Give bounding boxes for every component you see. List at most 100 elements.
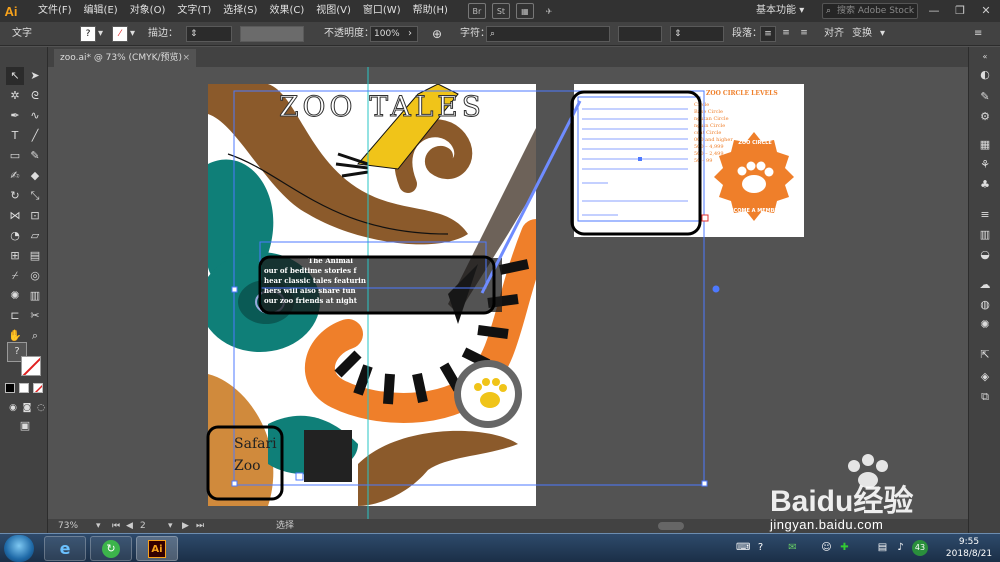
body-text-frame[interactable]: The Animal our of bedtime stories f hear… <box>264 256 504 306</box>
document-tab[interactable]: zoo.ai* @ 73% (CMYK/预览) × <box>54 49 196 67</box>
rotation-handle[interactable] <box>712 285 720 293</box>
transparency-panel-icon[interactable]: ◒ <box>977 247 993 263</box>
width-tool-icon[interactable]: ⋈ <box>6 207 24 225</box>
asset-export-icon[interactable]: ⇱ <box>977 347 993 363</box>
line-tool-icon[interactable]: ╱ <box>26 127 44 145</box>
prev-artboard-icon[interactable]: ◀ <box>126 519 133 533</box>
menu-view[interactable]: 视图(V) <box>310 0 357 22</box>
chevron-down-icon[interactable]: ▾ <box>96 519 101 533</box>
direct-selection-tool-icon[interactable]: ➤ <box>26 67 44 85</box>
stroke-swatch[interactable]: ⁄ <box>112 26 128 42</box>
notification-badge[interactable]: 43 <box>912 540 928 556</box>
shaper-tool-icon[interactable]: ✍ <box>6 167 24 185</box>
color-panel-icon[interactable]: ◐ <box>977 67 993 83</box>
artboards-panel-icon[interactable]: ⧉ <box>977 389 993 405</box>
menu-select[interactable]: 选择(S) <box>217 0 263 22</box>
blend-tool-icon[interactable]: ◎ <box>26 267 44 285</box>
layers-panel-icon[interactable]: ◈ <box>977 369 993 385</box>
slice-tool-icon[interactable]: ✂ <box>26 307 44 325</box>
gradient-panel-icon[interactable]: ▥ <box>977 227 993 243</box>
swatches-panel-icon[interactable]: ▦ <box>977 137 993 153</box>
recolor-globe-icon[interactable]: ⊕ <box>432 22 442 46</box>
lasso-icon[interactable]: ᘓ <box>26 87 44 105</box>
screen-mode-icon[interactable]: ▣ <box>16 417 34 435</box>
arrange-documents-icon[interactable]: ▦ <box>515 3 534 19</box>
stroke-weight-field[interactable]: ⇕ <box>186 26 232 42</box>
fill-swatch[interactable]: ? <box>80 26 96 42</box>
chevron-right-icon[interactable]: › <box>408 22 412 46</box>
start-button[interactable] <box>4 535 34 562</box>
fill-stroke-widget[interactable]: ? <box>5 340 43 378</box>
stroke-panel-icon[interactable]: ≡ <box>977 207 993 223</box>
keyboard-icon[interactable]: ⌨ <box>736 541 750 554</box>
artboard-zoo-circle[interactable]: ZOO CIRCLE LEVELS Circle Base Circle ngu… <box>574 84 804 237</box>
volume-icon[interactable]: ♪ <box>894 541 907 554</box>
artboard-number[interactable]: 2 <box>140 519 146 533</box>
type-tool-icon[interactable]: T <box>6 127 24 145</box>
magic-wand-icon[interactable]: ✲ <box>6 87 24 105</box>
none-button[interactable] <box>33 383 43 393</box>
collapse-panels-icon[interactable]: « <box>977 49 993 65</box>
rotate-tool-icon[interactable]: ↻ <box>6 187 24 205</box>
menu-effect[interactable]: 效果(C) <box>263 0 310 22</box>
zoom-level[interactable]: 73% <box>58 519 78 533</box>
first-artboard-icon[interactable]: ⏮ <box>112 519 120 533</box>
curvature-tool-icon[interactable]: ∿ <box>26 107 44 125</box>
eyedropper-icon[interactable]: ⌿ <box>6 267 24 285</box>
headline-text[interactable]: ZOO TALES <box>272 90 492 124</box>
taskbar-clock[interactable]: 9:55 2018/8/21 <box>940 536 998 560</box>
panel-menu-icon[interactable]: ▾ <box>880 22 885 46</box>
rectangle-tool-icon[interactable]: ▭ <box>6 147 24 165</box>
maximize-button[interactable]: ❐ <box>946 0 974 22</box>
align-right-button[interactable]: ≡ <box>796 26 812 42</box>
symbols-panel-icon[interactable]: ♣ <box>977 177 993 193</box>
align-label[interactable]: 对齐 <box>824 22 844 46</box>
menu-help[interactable]: 帮助(H) <box>407 0 454 22</box>
bridge-button[interactable]: Br <box>467 3 486 19</box>
360-taskbar-button[interactable]: ↻ <box>90 536 132 561</box>
color-button[interactable] <box>5 383 15 393</box>
more-options-icon[interactable]: ≡ <box>974 22 982 46</box>
eraser-icon[interactable]: ◆ <box>26 167 44 185</box>
security-icon[interactable]: ✚ <box>838 541 851 554</box>
menu-window[interactable]: 窗口(W) <box>357 0 407 22</box>
close-icon[interactable]: × <box>182 49 190 67</box>
free-transform-icon[interactable]: ⊡ <box>26 207 44 225</box>
font-size-field[interactable]: ⇕ <box>670 26 724 42</box>
font-style-field[interactable] <box>618 26 662 42</box>
qq-icon[interactable]: ☺ <box>820 541 833 554</box>
menu-type[interactable]: 文字(T) <box>171 0 217 22</box>
column-graph-icon[interactable]: ▥ <box>26 287 44 305</box>
chevron-down-icon[interactable]: ▾ <box>168 519 173 533</box>
wechat-icon[interactable]: ✉ <box>786 541 799 554</box>
symbol-sprayer-icon[interactable]: ✺ <box>6 287 24 305</box>
perspective-grid-icon[interactable]: ▱ <box>26 227 44 245</box>
network-icon[interactable]: ▤ <box>876 541 889 554</box>
workspace-switcher[interactable]: 基本功能 ▾ <box>756 0 804 22</box>
last-artboard-icon[interactable]: ⏭ <box>196 519 204 533</box>
menu-edit[interactable]: 编辑(E) <box>78 0 124 22</box>
safari-text[interactable]: Safari <box>234 436 277 452</box>
chevron-down-icon[interactable]: ▾ <box>98 22 103 46</box>
chevron-down-icon[interactable]: ▾ <box>130 22 135 46</box>
scale-tool-icon[interactable]: ⤡ <box>26 187 44 205</box>
menu-file[interactable]: 文件(F) <box>32 0 78 22</box>
gradient-tool-icon[interactable]: ▤ <box>26 247 44 265</box>
libraries-panel-icon[interactable]: ☁ <box>977 277 993 293</box>
selection-tool-icon[interactable]: ↖ <box>6 67 24 85</box>
ie-taskbar-button[interactable]: e <box>44 536 86 561</box>
paintbrush-icon[interactable]: ✎ <box>26 147 44 165</box>
graphic-styles-icon[interactable]: ◍ <box>977 297 993 313</box>
align-left-button[interactable]: ≡ <box>760 26 776 42</box>
illustrator-taskbar-button[interactable]: Ai <box>136 536 178 561</box>
help-icon[interactable]: ? <box>754 541 767 554</box>
pen-tool-icon[interactable]: ✒ <box>6 107 24 125</box>
artboard-zoo-tales[interactable]: ZOO TALES The Animal our of bedtime stor… <box>208 84 536 506</box>
image-trace-icon[interactable]: ✺ <box>977 317 993 333</box>
menu-object[interactable]: 对象(O) <box>124 0 172 22</box>
gradient-button[interactable] <box>19 383 29 393</box>
close-button[interactable]: ✕ <box>972 0 1000 22</box>
brushes-panel-icon[interactable]: ⚘ <box>977 157 993 173</box>
minimize-button[interactable]: — <box>920 0 948 22</box>
gpu-performance-icon[interactable]: ✈ <box>540 3 558 19</box>
